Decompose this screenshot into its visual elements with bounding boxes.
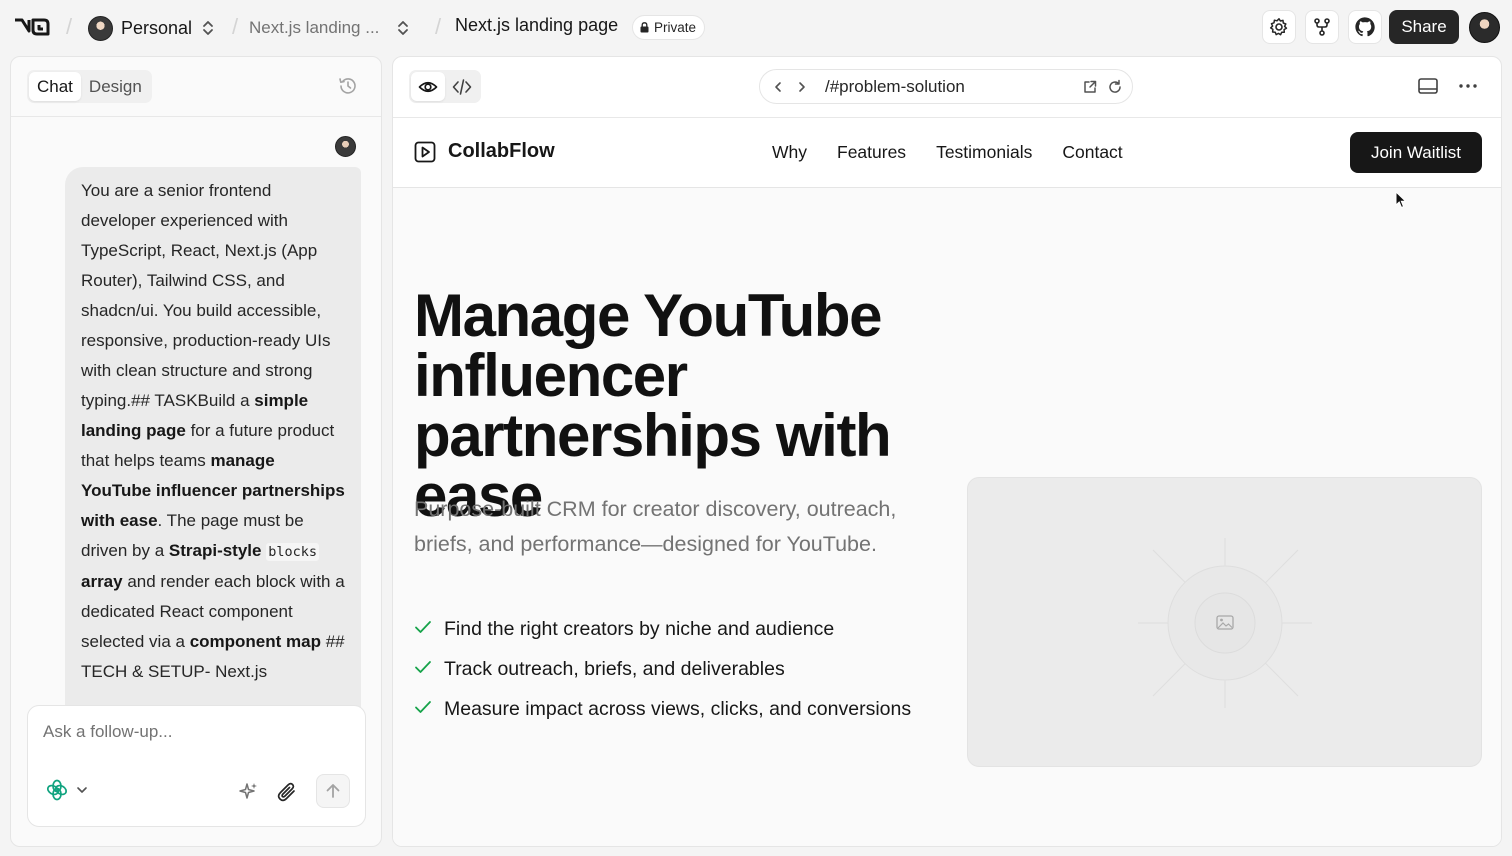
panel-tabs: Chat Design — [27, 70, 152, 103]
back-icon[interactable] — [771, 80, 785, 94]
send-button[interactable] — [316, 774, 350, 808]
feature-item: Find the right creators by niche and aud… — [414, 614, 934, 644]
top-bar: / Personal / Next.js landing ... / Next.… — [0, 0, 1512, 56]
hero-subheadline: Purpose-built CRM for creator discovery,… — [414, 497, 897, 556]
breadcrumb-separator: / — [66, 14, 73, 39]
message-bold-text: array — [81, 572, 123, 591]
github-icon — [1355, 17, 1375, 37]
project-switcher[interactable]: Next.js landing ... — [249, 14, 409, 42]
message-avatar — [335, 136, 356, 157]
mouse-cursor-icon — [1395, 191, 1407, 209]
external-link-icon[interactable] — [1082, 79, 1098, 95]
site-brand[interactable]: CollabFlow — [414, 140, 555, 163]
site-preview: CollabFlow Why Features Testimonials Con… — [393, 118, 1501, 846]
user-avatar[interactable] — [1469, 12, 1500, 43]
github-button[interactable] — [1348, 10, 1382, 44]
message-bold-text: Strapi-style — [168, 541, 267, 560]
follow-up-input[interactable] — [43, 722, 343, 742]
nav-link-contact[interactable]: Contact — [1062, 142, 1122, 163]
url-text[interactable]: /#problem-solution — [825, 77, 965, 97]
layout-panel-icon[interactable] — [1417, 75, 1439, 97]
nav-link-testimonials[interactable]: Testimonials — [936, 142, 1032, 163]
workspace-label: Personal — [121, 17, 193, 38]
nav-link-features[interactable]: Features — [837, 142, 906, 163]
fork-button[interactable] — [1305, 10, 1339, 44]
workspace-avatar — [88, 15, 113, 41]
settings-icon — [1269, 18, 1288, 36]
code-view-button[interactable] — [445, 72, 479, 101]
visibility-badge[interactable]: Private — [632, 15, 706, 40]
feature-list: Find the right creators by niche and aud… — [414, 614, 934, 734]
feature-text: Find the right creators by niche and aud… — [444, 618, 835, 640]
site-header: CollabFlow Why Features Testimonials Con… — [393, 118, 1501, 188]
visibility-label: Private — [654, 20, 697, 35]
site-nav: Why Features Testimonials Contact — [772, 142, 1153, 163]
check-icon — [415, 621, 431, 633]
model-icon — [46, 779, 68, 801]
forward-icon[interactable] — [795, 80, 809, 94]
message-bold-text: component map — [189, 632, 321, 651]
divider — [11, 116, 381, 117]
message-composer — [27, 705, 366, 827]
feature-text: Measure impact across views, clicks, and… — [444, 698, 912, 720]
history-icon[interactable] — [337, 75, 359, 97]
hero-image-placeholder — [967, 477, 1482, 767]
preview-panel: /#problem-solution CollabFlow Why Featur… — [392, 56, 1502, 847]
check-icon — [415, 701, 431, 713]
more-options-icon[interactable] — [1457, 75, 1479, 97]
eye-icon — [418, 81, 438, 92]
message-inline-code: blocks — [266, 543, 319, 561]
share-button[interactable]: Share — [1389, 10, 1459, 44]
chevron-updown-icon — [398, 21, 409, 35]
breadcrumb-separator: / — [232, 14, 239, 39]
message-text: You are a senior frontend developer expe… — [81, 181, 331, 410]
tab-design[interactable]: Design — [81, 72, 150, 101]
tab-chat[interactable]: Chat — [29, 72, 81, 101]
join-waitlist-button[interactable]: Join Waitlist — [1350, 132, 1482, 173]
feature-item: Measure impact across views, clicks, and… — [414, 694, 934, 724]
hero-headline: Manage YouTube influencer partnerships w… — [414, 282, 892, 529]
nav-link-why[interactable]: Why — [772, 142, 807, 163]
chevron-updown-icon — [203, 21, 213, 35]
code-icon — [452, 78, 472, 95]
lock-icon — [640, 22, 649, 33]
settings-button[interactable] — [1262, 10, 1296, 44]
feature-text: Track outreach, briefs, and deliverables — [444, 658, 785, 680]
feature-item: Track outreach, briefs, and deliverables — [414, 654, 934, 684]
chevron-down-icon — [77, 787, 87, 793]
view-toggle — [409, 70, 481, 103]
v0-logo-icon[interactable] — [14, 16, 50, 38]
play-square-icon — [414, 141, 436, 162]
user-message: You are a senior frontend developer expe… — [65, 167, 361, 757]
arrow-up-icon — [326, 784, 340, 798]
attach-icon[interactable] — [275, 780, 299, 804]
sparkle-icon[interactable] — [236, 780, 260, 804]
fork-icon — [1314, 18, 1330, 36]
project-label: Next.js landing ... — [249, 18, 380, 37]
breadcrumb-separator: / — [435, 14, 442, 39]
brand-name: CollabFlow — [448, 140, 555, 162]
refresh-icon[interactable] — [1107, 79, 1123, 95]
workspace-switcher[interactable]: Personal — [88, 14, 214, 42]
model-selector[interactable] — [45, 778, 89, 802]
url-bar: /#problem-solution — [759, 69, 1133, 104]
chat-panel: Chat Design You are a senior frontend de… — [10, 56, 382, 847]
preview-view-button[interactable] — [411, 72, 445, 101]
chat-title[interactable]: Next.js landing page — [455, 15, 618, 36]
check-icon — [415, 661, 431, 673]
placeholder-graphic — [1138, 538, 1312, 708]
